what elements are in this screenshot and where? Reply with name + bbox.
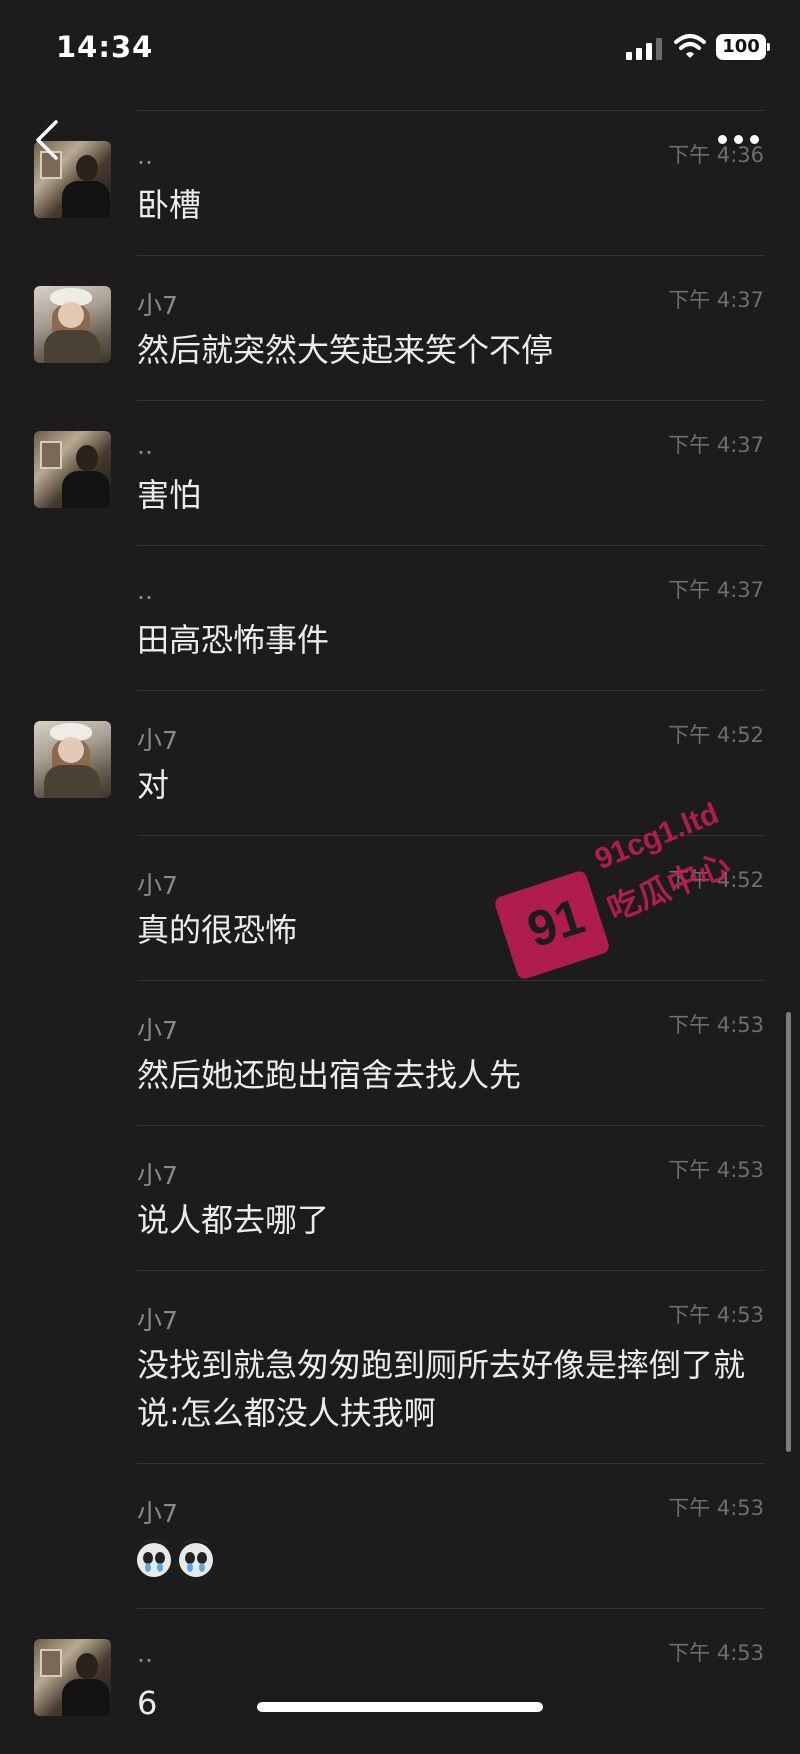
sender-name: 小7 xyxy=(137,726,178,755)
message-time: 下午 4:52 xyxy=(668,723,764,747)
message-item[interactable]: 小7 下午 4:53 xyxy=(0,1464,800,1609)
message-time: 下午 4:37 xyxy=(668,433,764,457)
avatar[interactable] xyxy=(34,431,111,508)
sender-name: 小7 xyxy=(137,1499,178,1528)
message-text: 没找到就急匆匆跑到厕所去好像是摔倒了就说:怎么都没人扶我啊 xyxy=(137,1346,746,1432)
message-text: 然后她还跑出宿舍去找人先 xyxy=(137,1056,522,1094)
message-text: 然后就突然大笑起来笑个不停 xyxy=(137,331,554,369)
message-item[interactable]: 小7 下午 4:52 真的很恐怖 xyxy=(0,836,800,981)
sender-name: 小7 xyxy=(137,1161,178,1190)
avatar[interactable] xyxy=(34,1639,111,1716)
message-item[interactable]: .. 下午 4:37 害怕 xyxy=(0,401,800,546)
crying-face-icon xyxy=(179,1537,213,1577)
message-time: 下午 4:53 xyxy=(668,1496,764,1520)
message-item[interactable]: .. 下午 4:37 田高恐怖事件 xyxy=(0,546,800,691)
message-time: 下午 4:52 xyxy=(668,868,764,892)
message-time: 下午 4:53 xyxy=(668,1641,764,1665)
sender-name: .. xyxy=(137,1639,153,1668)
battery-level: 100 xyxy=(722,36,760,57)
sender-name: .. xyxy=(137,431,153,460)
message-text: 卧槽 xyxy=(137,186,202,224)
message-text: 对 xyxy=(137,766,170,804)
status-bar: 14:34 100 xyxy=(0,0,800,96)
signal-icon xyxy=(626,36,664,60)
message-item[interactable]: 小7 下午 4:53 然后她还跑出宿舍去找人先 xyxy=(0,981,800,1126)
message-time: 下午 4:53 xyxy=(668,1303,764,1327)
crying-face-icon xyxy=(137,1537,171,1577)
message-text: 真的很恐怖 xyxy=(137,911,298,949)
chevron-left-icon[interactable] xyxy=(30,118,66,162)
message-item[interactable]: 小7 下午 4:53 说人都去哪了 xyxy=(0,1126,800,1271)
more-dots-icon[interactable] xyxy=(716,132,762,146)
message-item[interactable]: 小7 下午 4:52 对 xyxy=(0,691,800,836)
sender-name: 小7 xyxy=(137,291,178,320)
scrollbar[interactable] xyxy=(786,1012,791,1452)
battery-icon: 100 xyxy=(716,34,770,60)
home-indicator[interactable] xyxy=(257,1702,543,1712)
message-item[interactable]: 小7 下午 4:53 没找到就急匆匆跑到厕所去好像是摔倒了就说:怎么都没人扶我啊 xyxy=(0,1271,800,1464)
message-text xyxy=(137,1534,767,1582)
message-time: 下午 4:37 xyxy=(668,288,764,312)
message-time: 下午 4:53 xyxy=(668,1158,764,1182)
message-item[interactable]: 小7 下午 4:37 然后就突然大笑起来笑个不停 xyxy=(0,256,800,401)
message-time: 下午 4:53 xyxy=(668,1013,764,1037)
sender-name: 小7 xyxy=(137,1306,178,1335)
sender-name: .. xyxy=(137,576,153,605)
avatar[interactable] xyxy=(34,286,111,363)
message-list[interactable]: .. 下午 4:36 卧槽 小7 下午 4:37 然后就突然大笑起来笑个不停.. 下午 4:… xyxy=(0,111,800,1754)
sender-name: .. xyxy=(137,141,153,170)
sender-name: 小7 xyxy=(137,871,178,900)
status-time: 14:34 xyxy=(56,30,154,64)
message-time: 下午 4:37 xyxy=(668,578,764,602)
message-item[interactable]: .. 下午 4:53 6 xyxy=(0,1609,800,1754)
wifi-icon xyxy=(674,34,706,58)
avatar[interactable] xyxy=(34,721,111,798)
message-text: 说人都去哪了 xyxy=(137,1201,330,1239)
sender-name: 小7 xyxy=(137,1016,178,1045)
message-text: 田高恐怖事件 xyxy=(137,621,330,659)
message-item[interactable]: .. 下午 4:36 卧槽 xyxy=(0,111,800,256)
message-text: 害怕 xyxy=(137,476,202,514)
